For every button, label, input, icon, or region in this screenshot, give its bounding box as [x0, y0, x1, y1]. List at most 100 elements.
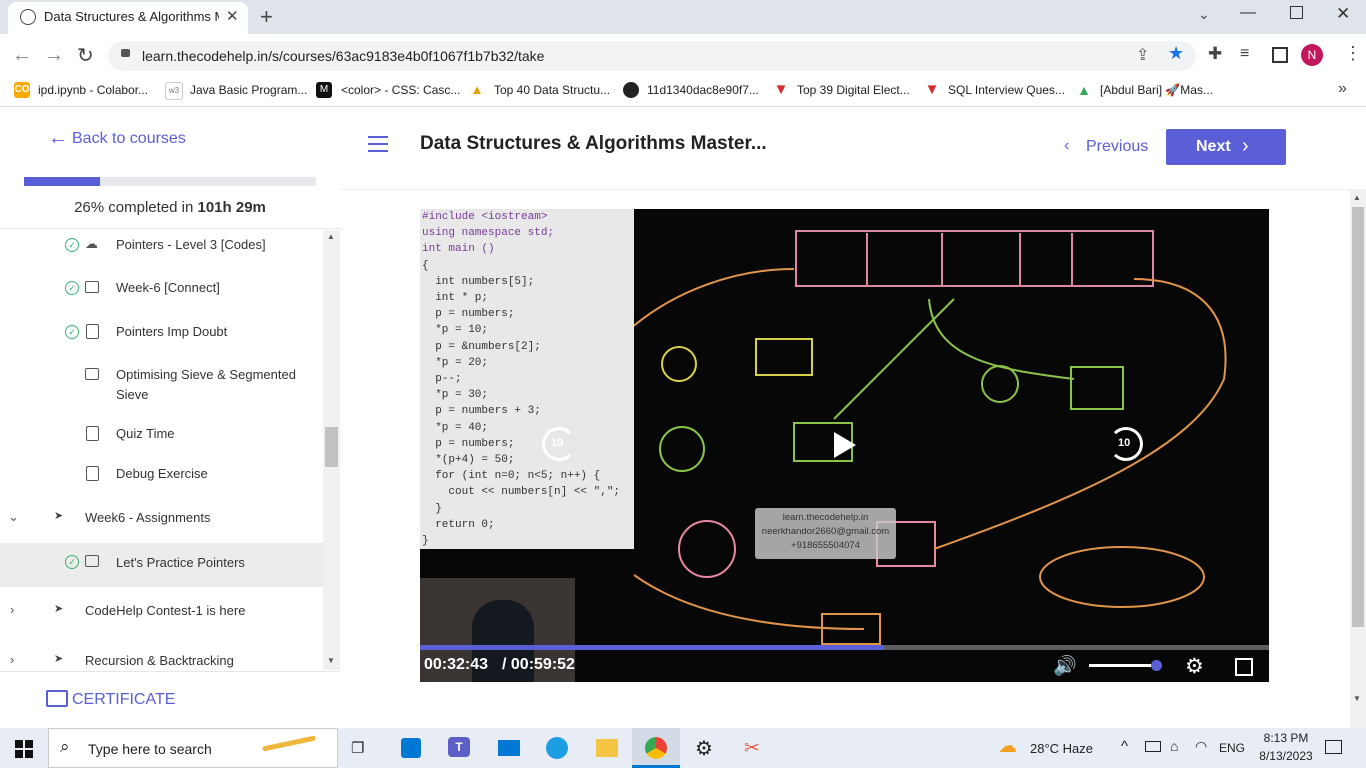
code-line: #include <iostream>: [422, 211, 548, 223]
forward-10-icon[interactable]: 10: [1109, 427, 1143, 461]
lesson-item[interactable]: Optimising Sieve & Segmented Sieve: [0, 360, 323, 412]
clock-time[interactable]: 8:13 PM: [1256, 731, 1316, 745]
url-text: learn.thecodehelp.in/s/courses/63ac9183e…: [142, 48, 545, 64]
document-icon: [86, 324, 99, 339]
reload-icon[interactable]: ↻: [77, 43, 94, 68]
section-week6-assignments[interactable]: ⌄ ➤ Week6 - Assignments: [0, 503, 323, 547]
lesson-label-continued: Sieve: [116, 387, 149, 402]
file-explorer-icon[interactable]: [596, 739, 618, 757]
forward-icon[interactable]: →: [44, 44, 64, 67]
weather-haze-icon: ☁: [998, 736, 1017, 757]
circle-mark: [661, 346, 697, 382]
section-codehelp-contest[interactable]: › ➤ CodeHelp Contest-1 is here: [0, 596, 323, 640]
v-logo-icon: ▼: [773, 81, 789, 98]
bookmark-item[interactable]: <color> - CSS: Casc...: [341, 83, 460, 97]
arrow-stroke: [634, 268, 865, 630]
code-line: int numbers[5];: [422, 275, 535, 288]
more-bookmarks-icon[interactable]: »: [1338, 80, 1347, 98]
menu-kebab-icon[interactable]: ⋮: [1344, 43, 1362, 64]
edge-icon[interactable]: [546, 737, 568, 759]
close-window-icon[interactable]: ✕: [1336, 4, 1350, 24]
snipping-tool-icon[interactable]: ✂: [744, 737, 760, 760]
chevron-left-icon: ‹: [1064, 137, 1070, 154]
show-hidden-icons[interactable]: ^: [1121, 738, 1128, 755]
store-icon[interactable]: [401, 738, 421, 758]
play-icon[interactable]: [834, 432, 856, 458]
rewind-10-icon[interactable]: 10: [542, 427, 576, 461]
lesson-item[interactable]: Debug Exercise: [0, 459, 323, 503]
bookmark-item[interactable]: ipd.ipynb - Colabor...: [38, 83, 148, 97]
previous-button[interactable]: Previous: [1086, 138, 1148, 156]
media-queue-icon[interactable]: ≡: [1240, 45, 1249, 63]
scroll-down-icon[interactable]: ▼: [1353, 694, 1361, 703]
lesson-label: Pointers Imp Doubt: [116, 324, 228, 339]
windows-start-icon[interactable]: [15, 740, 33, 758]
profile-avatar[interactable]: N: [1301, 44, 1323, 66]
code-line: p = numbers;: [422, 308, 515, 321]
hamburger-menu-icon[interactable]: [368, 136, 388, 154]
teams-icon[interactable]: T: [448, 737, 470, 757]
chevron-right-icon: ›: [1242, 135, 1249, 157]
scrollbar-thumb[interactable]: [325, 427, 338, 467]
scroll-up-icon[interactable]: ▲: [327, 232, 335, 241]
bookmark-item[interactable]: 11d1340dac8e90f7...: [647, 83, 759, 97]
scroll-down-icon[interactable]: ▼: [327, 656, 335, 665]
lesson-item[interactable]: Quiz Time: [0, 419, 323, 463]
ellipse-mark: [1039, 546, 1205, 608]
new-tab-icon[interactable]: +: [260, 4, 273, 30]
back-to-courses-link[interactable]: Back to courses: [72, 130, 186, 148]
code-line: int * p;: [422, 292, 489, 304]
bookmark-item[interactable]: Java Basic Program...: [190, 83, 307, 97]
certificate-link[interactable]: CERTIFICATE: [72, 691, 175, 709]
bookmark-item[interactable]: Top 39 Digital Elect...: [797, 83, 910, 97]
watermark: learn.thecodehelp.in neerkhandor2660@gma…: [755, 508, 896, 559]
section-recursion[interactable]: › ➤ Recursion & Backtracking: [0, 646, 323, 670]
network-icon[interactable]: ⌂: [1170, 738, 1178, 754]
side-panel-icon[interactable]: [1272, 47, 1288, 63]
battery-icon[interactable]: [1145, 741, 1161, 752]
code-line: int main (): [422, 243, 495, 256]
lesson-item[interactable]: ✓ ☁ Pointers - Level 3 [Codes]: [0, 230, 323, 274]
divider: [0, 228, 340, 229]
seek-bar[interactable]: [420, 645, 1269, 650]
document-icon: [86, 466, 99, 481]
next-button[interactable]: Next ›: [1166, 129, 1286, 165]
minimize-icon[interactable]: —: [1240, 4, 1256, 22]
wifi-icon[interactable]: ◠: [1195, 738, 1207, 755]
restore-icon[interactable]: [1290, 6, 1303, 19]
lesson-item[interactable]: ✓ Pointers Imp Doubt: [0, 317, 323, 361]
bookmark-item[interactable]: Top 40 Data Structu...: [494, 83, 610, 97]
task-view-icon[interactable]: ❐: [351, 739, 364, 757]
scroll-up-icon[interactable]: ▲: [1353, 193, 1361, 202]
fullscreen-icon[interactable]: [1235, 658, 1253, 676]
settings-gear-icon[interactable]: ⚙: [1185, 654, 1204, 679]
section-icon: ➤: [54, 603, 64, 615]
lesson-item[interactable]: ✓ Week-6 [Connect]: [0, 273, 323, 317]
lesson-label: Optimising Sieve & Segmented: [116, 367, 296, 382]
lesson-item-active[interactable]: ✓ Let's Practice Pointers: [0, 543, 323, 587]
search-placeholder: Type here to search: [88, 741, 212, 757]
lesson-label: Quiz Time: [116, 426, 175, 441]
extensions-icon[interactable]: ✚: [1208, 44, 1222, 64]
bookmark-item[interactable]: SQL Interview Ques...: [948, 83, 1065, 97]
back-icon[interactable]: ←: [12, 44, 32, 67]
tab-close-icon[interactable]: ✕: [226, 7, 239, 25]
weather-text[interactable]: 28°C Haze: [1030, 741, 1093, 756]
chevron-right-icon: ›: [10, 602, 15, 617]
volume-handle[interactable]: [1150, 660, 1162, 671]
check-icon: ✓: [65, 281, 79, 295]
pointer-box: [755, 338, 813, 376]
page-scrollbar-thumb[interactable]: [1352, 207, 1364, 627]
bookmark-item[interactable]: [Abdul Bari] 🚀Mas...: [1100, 83, 1213, 97]
clock-date[interactable]: 8/13/2023: [1252, 749, 1320, 763]
mail-icon[interactable]: [498, 740, 520, 756]
language-indicator[interactable]: ENG: [1219, 741, 1245, 755]
tab-search-icon[interactable]: ⌄: [1198, 6, 1210, 23]
lock-icon[interactable]: [121, 49, 130, 57]
settings-icon[interactable]: ⚙: [695, 736, 713, 761]
notifications-icon[interactable]: [1325, 740, 1342, 754]
share-icon[interactable]: ⇪: [1136, 45, 1149, 65]
volume-slider[interactable]: [1089, 660, 1162, 671]
volume-icon[interactable]: 🔊: [1053, 654, 1077, 678]
bookmark-star-icon[interactable]: ★: [1168, 43, 1184, 64]
